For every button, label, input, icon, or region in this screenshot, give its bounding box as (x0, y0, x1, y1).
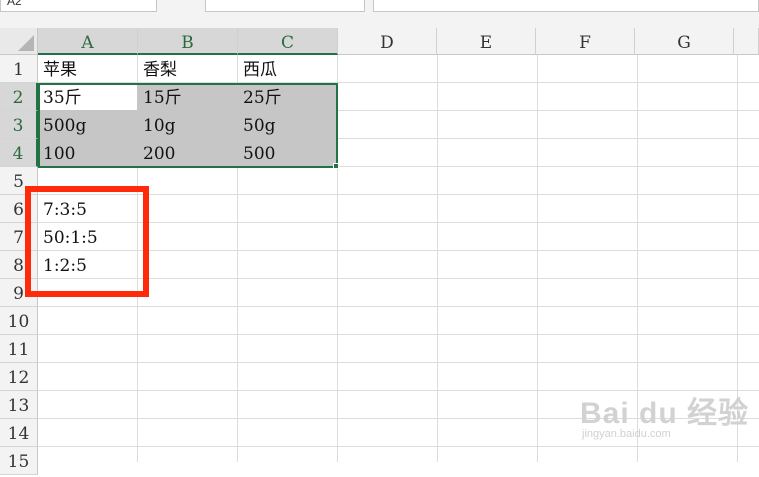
row-header-14[interactable]: 14 (0, 419, 38, 447)
cell-c1[interactable]: 西瓜 (238, 55, 338, 83)
column-header-h[interactable] (734, 28, 759, 55)
row-header-11[interactable]: 11 (0, 335, 38, 363)
row-header-12[interactable]: 12 (0, 363, 38, 391)
function-buttons[interactable] (205, 0, 365, 12)
highlight-annotation-box (25, 186, 149, 297)
column-header-c[interactable]: C (238, 28, 338, 55)
column-header-a[interactable]: A (38, 28, 138, 55)
cell-b1[interactable]: 香梨 (138, 55, 238, 83)
select-all-button[interactable] (0, 28, 38, 55)
row-header-1[interactable]: 1 (0, 55, 38, 83)
row-header-2[interactable]: 2 (0, 83, 38, 111)
baidu-jingyan-watermark: Bai du 经验 jingyan.baidu.com (580, 388, 750, 440)
column-header-d[interactable]: D (338, 28, 437, 55)
selection-border (38, 83, 338, 168)
watermark-brand: Bai du 经验 (580, 397, 750, 430)
row-header-10[interactable]: 10 (0, 307, 38, 335)
name-box-separator (178, 0, 184, 6)
formula-bar: A2 (0, 0, 759, 28)
name-box[interactable]: A2 (0, 0, 157, 12)
fill-handle[interactable] (333, 163, 339, 169)
watermark-url: jingyan.baidu.com (582, 428, 671, 440)
column-header-g[interactable]: G (635, 28, 734, 55)
row-header-15[interactable]: 15 (0, 447, 38, 475)
column-header-e[interactable]: E (437, 28, 536, 55)
column-header-b[interactable]: B (138, 28, 238, 55)
row-header-4[interactable]: 4 (0, 139, 38, 167)
row-header-13[interactable]: 13 (0, 391, 38, 419)
column-header-f[interactable]: F (536, 28, 635, 55)
select-all-icon (18, 35, 34, 51)
cell-a1[interactable]: 苹果 (38, 55, 138, 83)
row-header-3[interactable]: 3 (0, 111, 38, 139)
formula-input[interactable] (373, 0, 759, 12)
name-box-value: A2 (7, 0, 22, 8)
